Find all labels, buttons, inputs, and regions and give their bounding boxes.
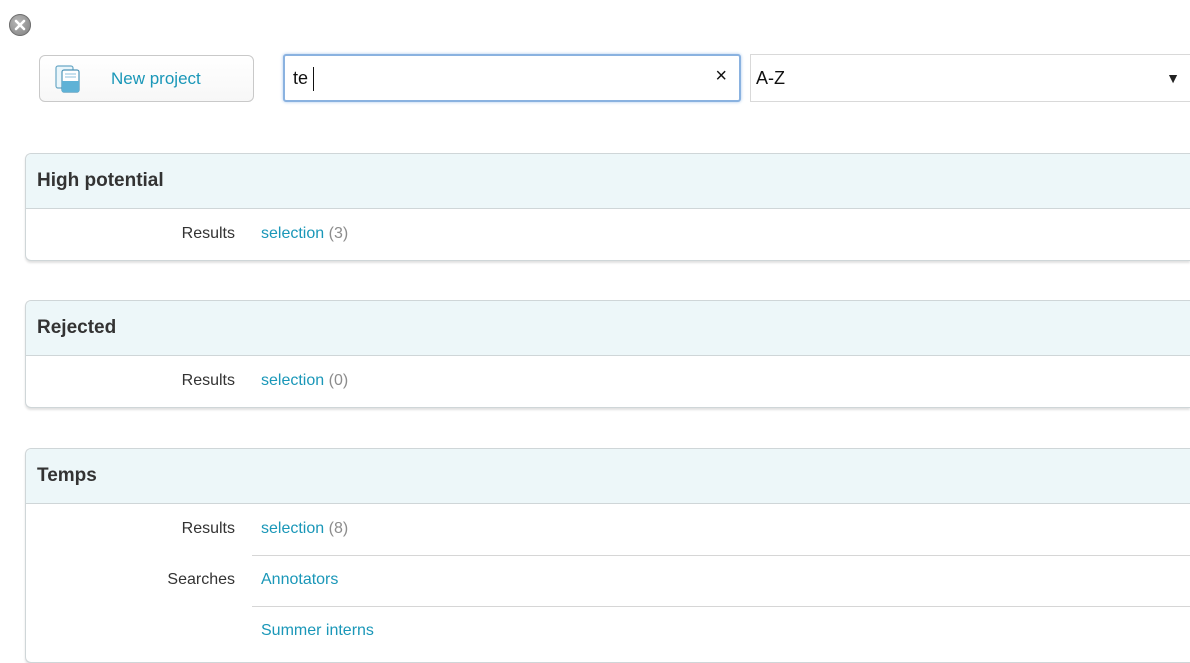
panel-high-potential: High potential Results selection (3) (25, 153, 1190, 261)
panel-row: Searches Annotators (26, 555, 1190, 606)
search-link-summer-interns[interactable]: Summer interns (261, 622, 374, 639)
count-badge: (0) (328, 372, 349, 389)
text-caret (313, 67, 314, 91)
panel-temps: Temps Results selection (8) Searches Ann… (25, 448, 1190, 663)
panel-title: High potential (26, 154, 1190, 209)
count-badge: (3) (328, 225, 349, 242)
row-label: Results (181, 225, 235, 242)
clear-x-icon[interactable]: × (715, 65, 727, 88)
sort-select[interactable]: A-Z ▼ (750, 54, 1190, 102)
row-label: Results (181, 520, 235, 537)
new-project-button[interactable]: New project (39, 55, 254, 102)
dropdown-arrow-icon: ▼ (1166, 70, 1180, 86)
sort-selected-value: A-Z (756, 68, 785, 88)
panel-row: Results selection (0) (26, 356, 1190, 407)
panel-title: Temps (26, 449, 1190, 504)
panel-row: Results selection (8) (26, 504, 1190, 555)
row-label: Results (181, 372, 235, 389)
row-label: Searches (167, 571, 235, 588)
new-project-label: New project (111, 69, 201, 88)
close-icon[interactable] (9, 14, 31, 36)
search-box[interactable]: × (283, 54, 741, 102)
selection-link[interactable]: selection (261, 225, 324, 242)
document-icon (55, 65, 80, 93)
selection-link[interactable]: selection (261, 520, 324, 537)
search-input[interactable] (293, 64, 693, 92)
panel-rejected: Rejected Results selection (0) (25, 300, 1190, 408)
count-badge: (8) (328, 520, 349, 537)
selection-link[interactable]: selection (261, 372, 324, 389)
panel-row: Results selection (3) (26, 209, 1190, 260)
panel-row: Summer interns (26, 606, 1190, 657)
search-link-annotators[interactable]: Annotators (261, 571, 338, 588)
panel-title: Rejected (26, 301, 1190, 356)
